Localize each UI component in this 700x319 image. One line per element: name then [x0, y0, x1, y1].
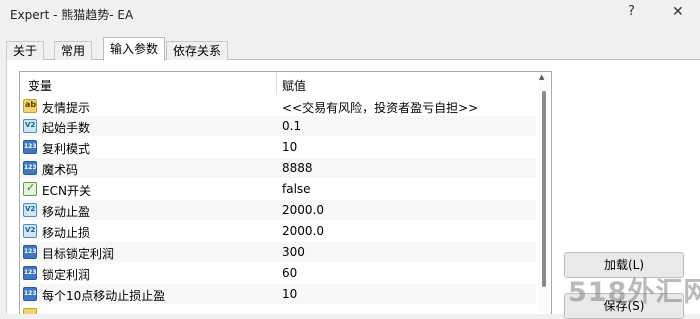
double-icon — [23, 203, 37, 217]
string-icon — [23, 308, 37, 314]
string-icon — [23, 99, 37, 113]
integer-icon — [23, 245, 37, 259]
window-title: Expert - 熊猫趋势- EA — [10, 8, 134, 22]
scroll-up-arrow-icon[interactable]: ▲ — [539, 73, 544, 81]
parameter-name: ECN开关 — [42, 184, 91, 198]
parameter-value[interactable]: 2000.0 — [282, 224, 324, 238]
table-row[interactable]: 每个10点移动止损止盈 10 — [20, 284, 536, 304]
parameter-name: 移动止盈 — [42, 205, 91, 219]
column-header-variable[interactable]: 变量 — [28, 77, 52, 94]
table-row[interactable]: 锁定利润 60 — [20, 263, 536, 283]
table-row[interactable]: 复利模式 10 — [20, 137, 536, 157]
double-icon — [23, 224, 37, 238]
parameter-value[interactable]: 8888 — [282, 161, 313, 175]
tab-input-parameters[interactable]: 输入参数 — [103, 37, 166, 61]
title-bar: Expert - 熊猫趋势- EA ? ✕ — [0, 0, 700, 28]
parameter-name: 友情提示 — [42, 101, 91, 115]
parameter-name: 复利模式 — [42, 142, 91, 156]
parameter-value[interactable]: 60 — [282, 266, 297, 280]
scrollbar-thumb[interactable] — [542, 91, 546, 287]
watermark-logo: 518外汇网 — [568, 277, 700, 308]
close-button[interactable]: ✕ — [672, 4, 684, 20]
table-row[interactable]: 友情提示 <<交易有风险，投资者盈亏自担>> — [20, 96, 536, 116]
double-icon — [23, 119, 37, 133]
table-row[interactable]: ECN开关 false — [20, 179, 536, 199]
parameter-value[interactable]: 2000.0 — [282, 203, 324, 217]
help-button[interactable]: ? — [628, 4, 635, 19]
parameter-value[interactable]: 300 — [282, 245, 305, 259]
table-row[interactable]: 魔术码 8888 — [20, 158, 536, 178]
integer-icon — [23, 266, 37, 280]
parameter-value[interactable]: 0.1 — [282, 119, 301, 133]
tab-dependencies[interactable]: 依存关系 — [166, 41, 229, 60]
parameter-value[interactable]: 10 — [282, 287, 297, 301]
parameters-grid: 变量 赋值 友情提示 <<交易有风险，投资者盈亏自担>> 起始手数 0.1 复利… — [19, 71, 552, 314]
table-row[interactable]: 起始手数 0.1 — [20, 116, 536, 136]
table-row[interactable]: 目标锁定利润 300 — [20, 242, 536, 262]
parameter-name: 目标锁定利润 — [42, 247, 115, 261]
table-row[interactable]: 移动止损 2000.0 — [20, 221, 536, 241]
table-row[interactable]: 移动止盈 2000.0 — [20, 200, 536, 220]
parameter-value[interactable]: 10 — [282, 140, 297, 154]
parameter-name: 起始手数 — [42, 121, 91, 135]
column-header-value[interactable]: 赋值 — [282, 77, 306, 94]
integer-icon — [23, 140, 37, 154]
parameter-name: 移动止损 — [42, 226, 91, 240]
tab-strip: 关于 常用 输入参数 依存关系 — [6, 37, 700, 61]
tab-common[interactable]: 常用 — [54, 41, 93, 60]
column-divider — [276, 72, 277, 95]
integer-icon — [23, 161, 37, 175]
parameter-name: 魔术码 — [42, 163, 79, 177]
grid-header: 变量 赋值 — [20, 72, 536, 95]
tab-about[interactable]: 关于 — [6, 41, 45, 60]
integer-icon — [23, 287, 37, 301]
parameter-name: 每个10点移动止损止盈 — [42, 289, 166, 303]
bool-icon — [23, 181, 37, 196]
parameter-value[interactable]: false — [282, 182, 311, 196]
parameter-name: 锁定利润 — [42, 268, 91, 282]
parameter-value[interactable]: <<交易有风险，投资者盈亏自担>> — [282, 99, 478, 116]
